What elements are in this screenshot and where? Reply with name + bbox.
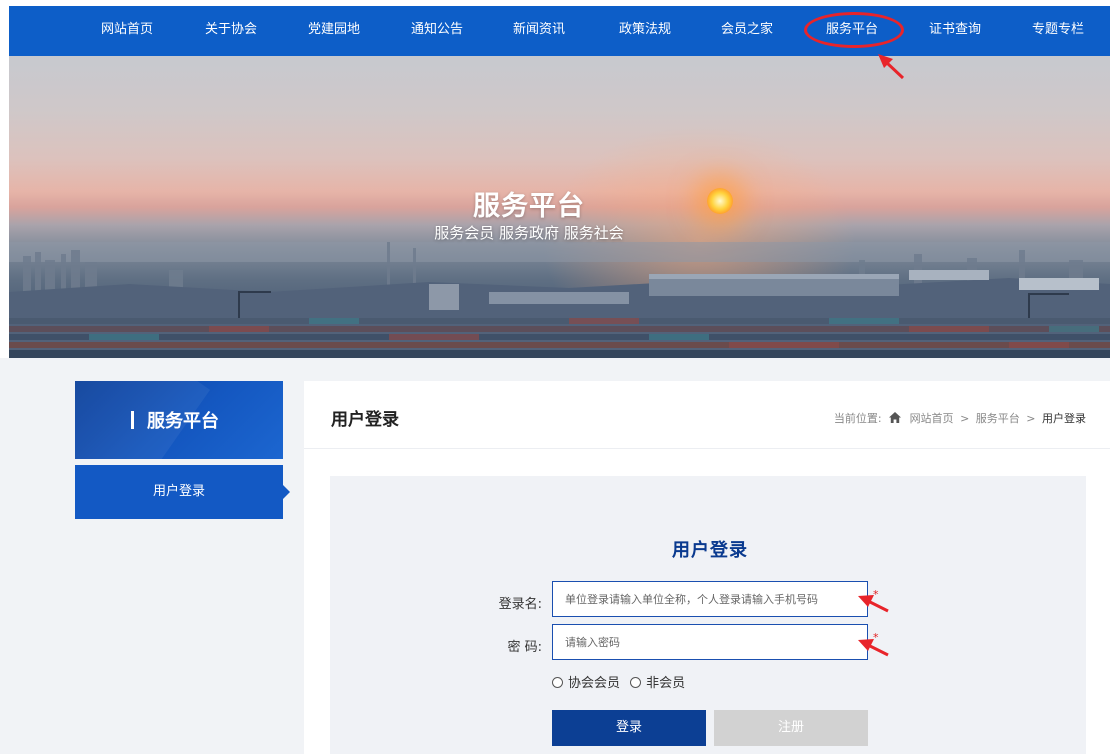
radio-circle-icon (630, 677, 642, 688)
highlight-circle-annotation (804, 12, 904, 48)
breadcrumb-item-current: 用户登录 (1042, 412, 1086, 425)
nav-item-home[interactable]: 网站首页 (101, 6, 153, 56)
register-button[interactable]: 注册 (714, 710, 868, 746)
password-label: 密 码: (507, 640, 542, 655)
sidebar-title: 服务平台 (147, 411, 219, 432)
nav-item-party-building[interactable]: 党建园地 (308, 6, 360, 56)
radio-circle-icon (552, 677, 563, 688)
sidebar-header-bar (131, 411, 134, 429)
nav-item-policies[interactable]: 政策法规 (619, 6, 671, 56)
breadcrumb-item-home[interactable]: 网站首页 (910, 412, 954, 425)
breadcrumb-prefix: 当前位置: (833, 412, 882, 425)
nav-item-about[interactable]: 关于协会 (205, 6, 257, 56)
password-required-mark: * (873, 631, 879, 644)
nav-item-members[interactable]: 会员之家 (721, 6, 773, 56)
divider (304, 448, 1110, 449)
breadcrumb-separator: > (1026, 412, 1036, 425)
active-pointer-icon (283, 485, 290, 499)
login-form-title: 用户登录 (672, 540, 748, 561)
sidebar-item-label: 用户登录 (152, 484, 205, 499)
username-input[interactable] (552, 581, 868, 617)
breadcrumb-item-service-platform[interactable]: 服务平台 (976, 412, 1020, 425)
breadcrumb-separator: > (960, 412, 970, 425)
radio-label: 协会会员 (568, 676, 621, 691)
nav-item-special-topics[interactable]: 专题专栏 (1032, 6, 1084, 56)
login-button[interactable]: 登录 (552, 710, 706, 746)
main-panel: 用户登录 当前位置: 网站首页 > 服务平台 > 用户登录 用户登录 登录名: … (304, 381, 1110, 754)
page-title: 用户登录 (331, 410, 399, 430)
username-required-mark: * (873, 588, 879, 601)
nav-item-notices[interactable]: 通知公告 (411, 6, 463, 56)
hero-title: 服务平台 (473, 191, 585, 222)
nav-item-certificate-query[interactable]: 证书查询 (929, 6, 981, 56)
login-form: 用户登录 登录名: * 密 码: * 协会会员 非会员 登录 注册 (330, 476, 1086, 754)
breadcrumb: 当前位置: 网站首页 > 服务平台 > 用户登录 (834, 410, 1086, 426)
radio-association-member[interactable]: 协会会员 (552, 672, 620, 691)
hero-subtitle: 服务会员 服务政府 服务社会 (434, 224, 624, 242)
sidebar-item-user-login[interactable]: 用户登录 (75, 465, 290, 519)
password-input[interactable] (552, 624, 868, 660)
top-navigation: 网站首页 关于协会 党建园地 通知公告 新闻资讯 政策法规 会员之家 服务平台 … (9, 6, 1110, 56)
radio-non-member[interactable]: 非会员 (630, 672, 685, 691)
nav-item-news[interactable]: 新闻资讯 (513, 6, 565, 56)
home-icon (889, 412, 902, 423)
radio-label: 非会员 (646, 676, 686, 691)
member-type-radio-group: 协会会员 非会员 (552, 672, 691, 691)
username-label: 登录名: (498, 597, 542, 612)
hero-banner: 服务平台 服务会员 服务政府 服务社会 (9, 56, 1110, 358)
sidebar-header: 服务平台 (75, 381, 283, 459)
